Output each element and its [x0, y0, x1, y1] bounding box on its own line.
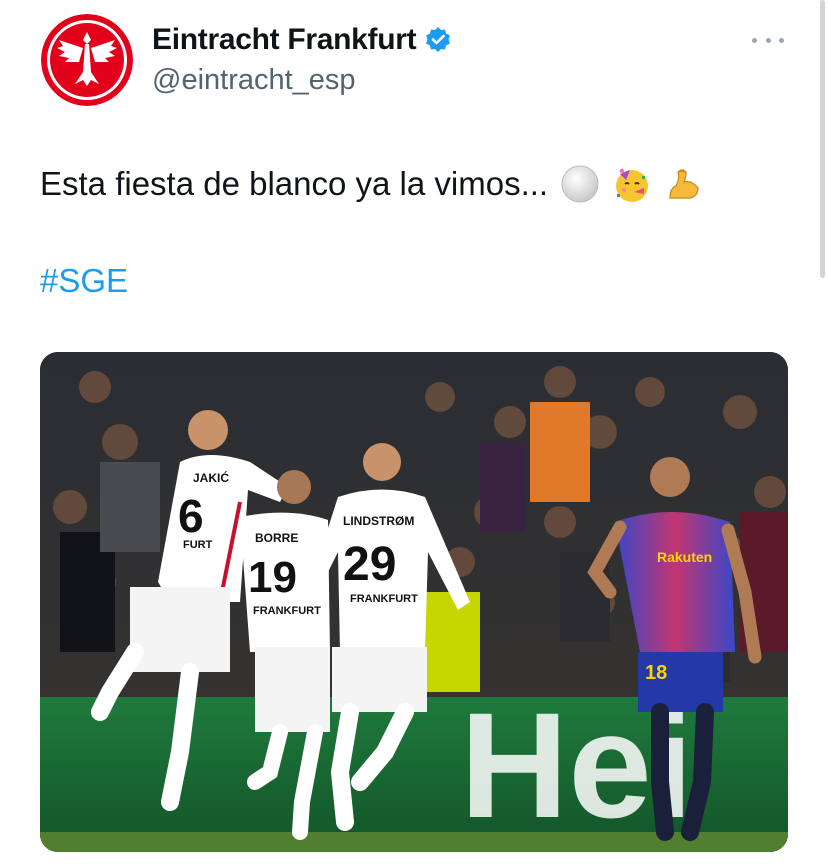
player-shirt-text: FRANKFURT — [350, 593, 418, 605]
player-number-label: 6 — [178, 490, 204, 542]
flexed-biceps-emoji — [664, 164, 704, 204]
avatar[interactable] — [41, 14, 133, 106]
user-handle[interactable]: @eintracht_esp — [152, 64, 356, 97]
player-shirt-text: FRANKFURT — [253, 605, 321, 617]
display-name[interactable]: Eintracht Frankfurt — [152, 23, 417, 57]
player-name-label: JAKIĆ — [193, 470, 229, 485]
player-number-label: 18 — [645, 662, 667, 684]
player-number-label: 19 — [248, 553, 297, 602]
tweet-text: Esta fiesta de blanco ya la vimos... — [40, 164, 704, 204]
party-face-emoji — [612, 164, 652, 204]
player-shirt-text: Rakuten — [657, 549, 712, 565]
player-shirt-text: FURT — [183, 539, 213, 551]
white-circle-emoji — [560, 164, 600, 204]
tweet-body: Esta fiesta de blanco ya la vimos... — [40, 165, 549, 202]
player-name-label: BORRE — [255, 531, 298, 545]
verified-badge-icon — [424, 26, 452, 54]
player-name-label: LINDSTRØM — [343, 514, 414, 528]
tweet-photo[interactable]: Hei JAKIĆ 6 FURT BORRE 19 FRANKFURT LIND… — [40, 352, 788, 852]
scrollbar[interactable] — [820, 0, 825, 278]
more-options-icon[interactable] — [752, 28, 784, 52]
player-number-label: 29 — [343, 538, 396, 591]
hashtag-link[interactable]: #SGE — [40, 262, 128, 300]
